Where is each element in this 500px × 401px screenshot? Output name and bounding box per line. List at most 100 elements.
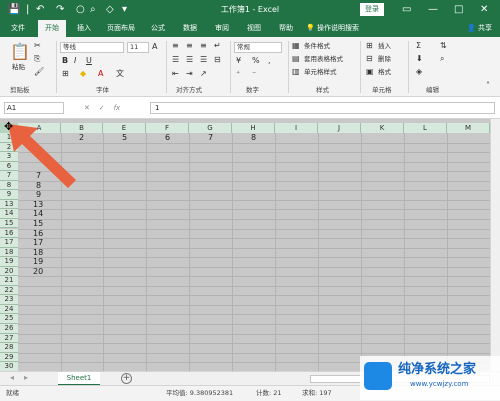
col-header-l[interactable]: L xyxy=(404,123,447,133)
cell-h1[interactable]: 8 xyxy=(251,133,256,143)
save-icon[interactable]: 💾 xyxy=(8,3,20,17)
align-center-icon[interactable]: ☰ xyxy=(186,55,193,65)
row-header[interactable]: 21 xyxy=(0,276,18,286)
row-header[interactable]: 23 xyxy=(0,295,18,305)
decimal-decrease-icon[interactable]: ⁻ xyxy=(252,69,256,79)
fill-color-icon[interactable]: ◆ xyxy=(80,69,86,79)
delete-cells-button[interactable]: 删除 xyxy=(378,54,391,64)
cell-f1[interactable]: 6 xyxy=(165,133,170,143)
font-size-select[interactable]: 11 xyxy=(127,42,149,53)
format-table-button[interactable]: 套用表格格式 xyxy=(304,54,343,64)
cell-a14[interactable]: 14 xyxy=(33,209,43,219)
cell-a18[interactable]: 18 xyxy=(33,248,43,258)
bold-icon[interactable]: B xyxy=(62,56,68,66)
font-name-select[interactable]: 等线 xyxy=(60,42,124,53)
number-format-select[interactable]: 常规 xyxy=(234,42,282,53)
phonetic-icon[interactable]: 文 xyxy=(116,69,124,79)
redo-icon[interactable]: ↷ xyxy=(56,3,64,17)
cell-a20[interactable]: 20 xyxy=(33,267,43,277)
minimize-icon[interactable]: — xyxy=(428,3,438,17)
name-box[interactable]: A1 xyxy=(4,102,64,114)
row-header[interactable]: 25 xyxy=(0,314,18,324)
row-header[interactable]: 16 xyxy=(0,228,18,239)
row-header[interactable]: 26 xyxy=(0,324,18,334)
percent-icon[interactable]: % xyxy=(252,56,260,66)
decimal-increase-icon[interactable]: ⁺ xyxy=(236,69,240,79)
dropdown-icon[interactable]: ▾ xyxy=(122,3,127,17)
collapse-ribbon-icon[interactable]: ˄ xyxy=(486,81,490,91)
cell-e1[interactable]: 5 xyxy=(122,133,127,143)
tab-file[interactable]: 文件 xyxy=(4,20,32,37)
cell-a19[interactable]: 19 xyxy=(33,257,43,267)
row-header[interactable]: 18 xyxy=(0,247,18,258)
ribbon-display-icon[interactable]: ▭ xyxy=(402,3,411,17)
cell-g1[interactable]: 7 xyxy=(208,133,213,143)
row-header[interactable]: 19 xyxy=(0,257,18,267)
font-color-icon[interactable]: A xyxy=(98,69,103,79)
row-header[interactable]: 14 xyxy=(0,209,18,219)
tab-formulas[interactable]: 公式 xyxy=(144,20,172,37)
sort-filter-icon[interactable]: ⇅ xyxy=(440,41,447,51)
format-painter-icon[interactable]: 🖌 xyxy=(34,67,44,77)
vertical-scrollbar[interactable] xyxy=(490,119,500,371)
search-icon[interactable]: ⌕ xyxy=(90,3,96,17)
row-header[interactable]: 29 xyxy=(0,352,18,363)
fill-icon[interactable]: ⬇ xyxy=(416,54,423,64)
orientation-icon[interactable]: ↗ xyxy=(200,69,207,79)
cell-a13[interactable]: 13 xyxy=(33,200,43,210)
autosum-icon[interactable]: Σ xyxy=(416,41,421,51)
row-header[interactable]: 17 xyxy=(0,238,18,248)
col-header-g[interactable]: G xyxy=(189,123,232,133)
cancel-icon[interactable]: ✕ xyxy=(84,104,90,112)
enter-icon[interactable]: ✓ xyxy=(99,104,105,112)
cut-icon[interactable]: ✂ xyxy=(34,41,41,51)
tab-home[interactable]: 开始 xyxy=(38,20,66,37)
align-top-icon[interactable]: ≡ xyxy=(172,41,179,51)
clear-icon[interactable]: ◈ xyxy=(416,67,422,77)
format-cells-icon[interactable]: ▣ xyxy=(366,67,374,77)
col-header-j[interactable]: J xyxy=(318,123,361,133)
sheet-tab-sheet1[interactable]: Sheet1 xyxy=(58,372,100,386)
row-header[interactable]: 22 xyxy=(0,285,18,296)
col-header-m[interactable]: M xyxy=(447,123,490,133)
insert-cells-button[interactable]: 插入 xyxy=(378,41,391,51)
scroll-left-icon[interactable]: ◂ xyxy=(10,373,14,382)
row-header[interactable]: 20 xyxy=(0,266,18,277)
login-button[interactable]: 登录 xyxy=(360,3,384,16)
format-cells-button[interactable]: 格式 xyxy=(378,67,391,77)
row-header[interactable]: 13 xyxy=(0,199,18,210)
comma-icon[interactable]: , xyxy=(268,56,271,66)
paste-icon[interactable]: 📋 xyxy=(10,43,30,61)
copy-icon[interactable]: ⎘ xyxy=(34,54,40,64)
tab-page-layout[interactable]: 页面布局 xyxy=(102,20,140,37)
currency-icon[interactable]: ¥ xyxy=(236,56,241,66)
undo-icon[interactable]: ↶ xyxy=(36,3,44,17)
merge-icon[interactable]: ⊟ xyxy=(214,55,221,65)
row-header[interactable]: 28 xyxy=(0,343,18,353)
indent-increase-icon[interactable]: ⇥ xyxy=(186,69,193,79)
col-header-e[interactable]: E xyxy=(103,123,146,133)
cell-styles-button[interactable]: 单元格样式 xyxy=(304,67,337,77)
delete-cells-icon[interactable]: ⊟ xyxy=(366,54,373,64)
row-header[interactable]: 30 xyxy=(0,362,18,371)
col-header-i[interactable]: I xyxy=(275,123,318,133)
tell-me-search[interactable]: 💡 操作说明搜索 xyxy=(306,20,359,37)
tab-help[interactable]: 帮助 xyxy=(272,20,300,37)
row-header[interactable]: 24 xyxy=(0,304,18,315)
cell-a15[interactable]: 15 xyxy=(33,219,43,229)
insert-cells-icon[interactable]: ⊞ xyxy=(366,41,373,51)
share-button[interactable]: 👤 共享 xyxy=(467,20,492,37)
add-sheet-button[interactable]: + xyxy=(121,373,132,384)
find-select-icon[interactable]: ⌕ xyxy=(440,54,444,64)
wrap-text-icon[interactable]: ↵ xyxy=(214,41,221,51)
align-bottom-icon[interactable]: ≡ xyxy=(200,41,207,51)
underline-icon[interactable]: U xyxy=(86,56,92,66)
scroll-right-icon[interactable]: ▸ xyxy=(24,373,28,382)
col-header-f[interactable]: F xyxy=(146,123,189,133)
row-header[interactable]: 15 xyxy=(0,218,18,229)
align-middle-icon[interactable]: ≡ xyxy=(186,41,193,51)
align-left-icon[interactable]: ☰ xyxy=(172,55,179,65)
cell-styles-icon[interactable]: ▥ xyxy=(292,67,300,77)
tab-view[interactable]: 视图 xyxy=(240,20,268,37)
align-right-icon[interactable]: ☰ xyxy=(200,55,207,65)
